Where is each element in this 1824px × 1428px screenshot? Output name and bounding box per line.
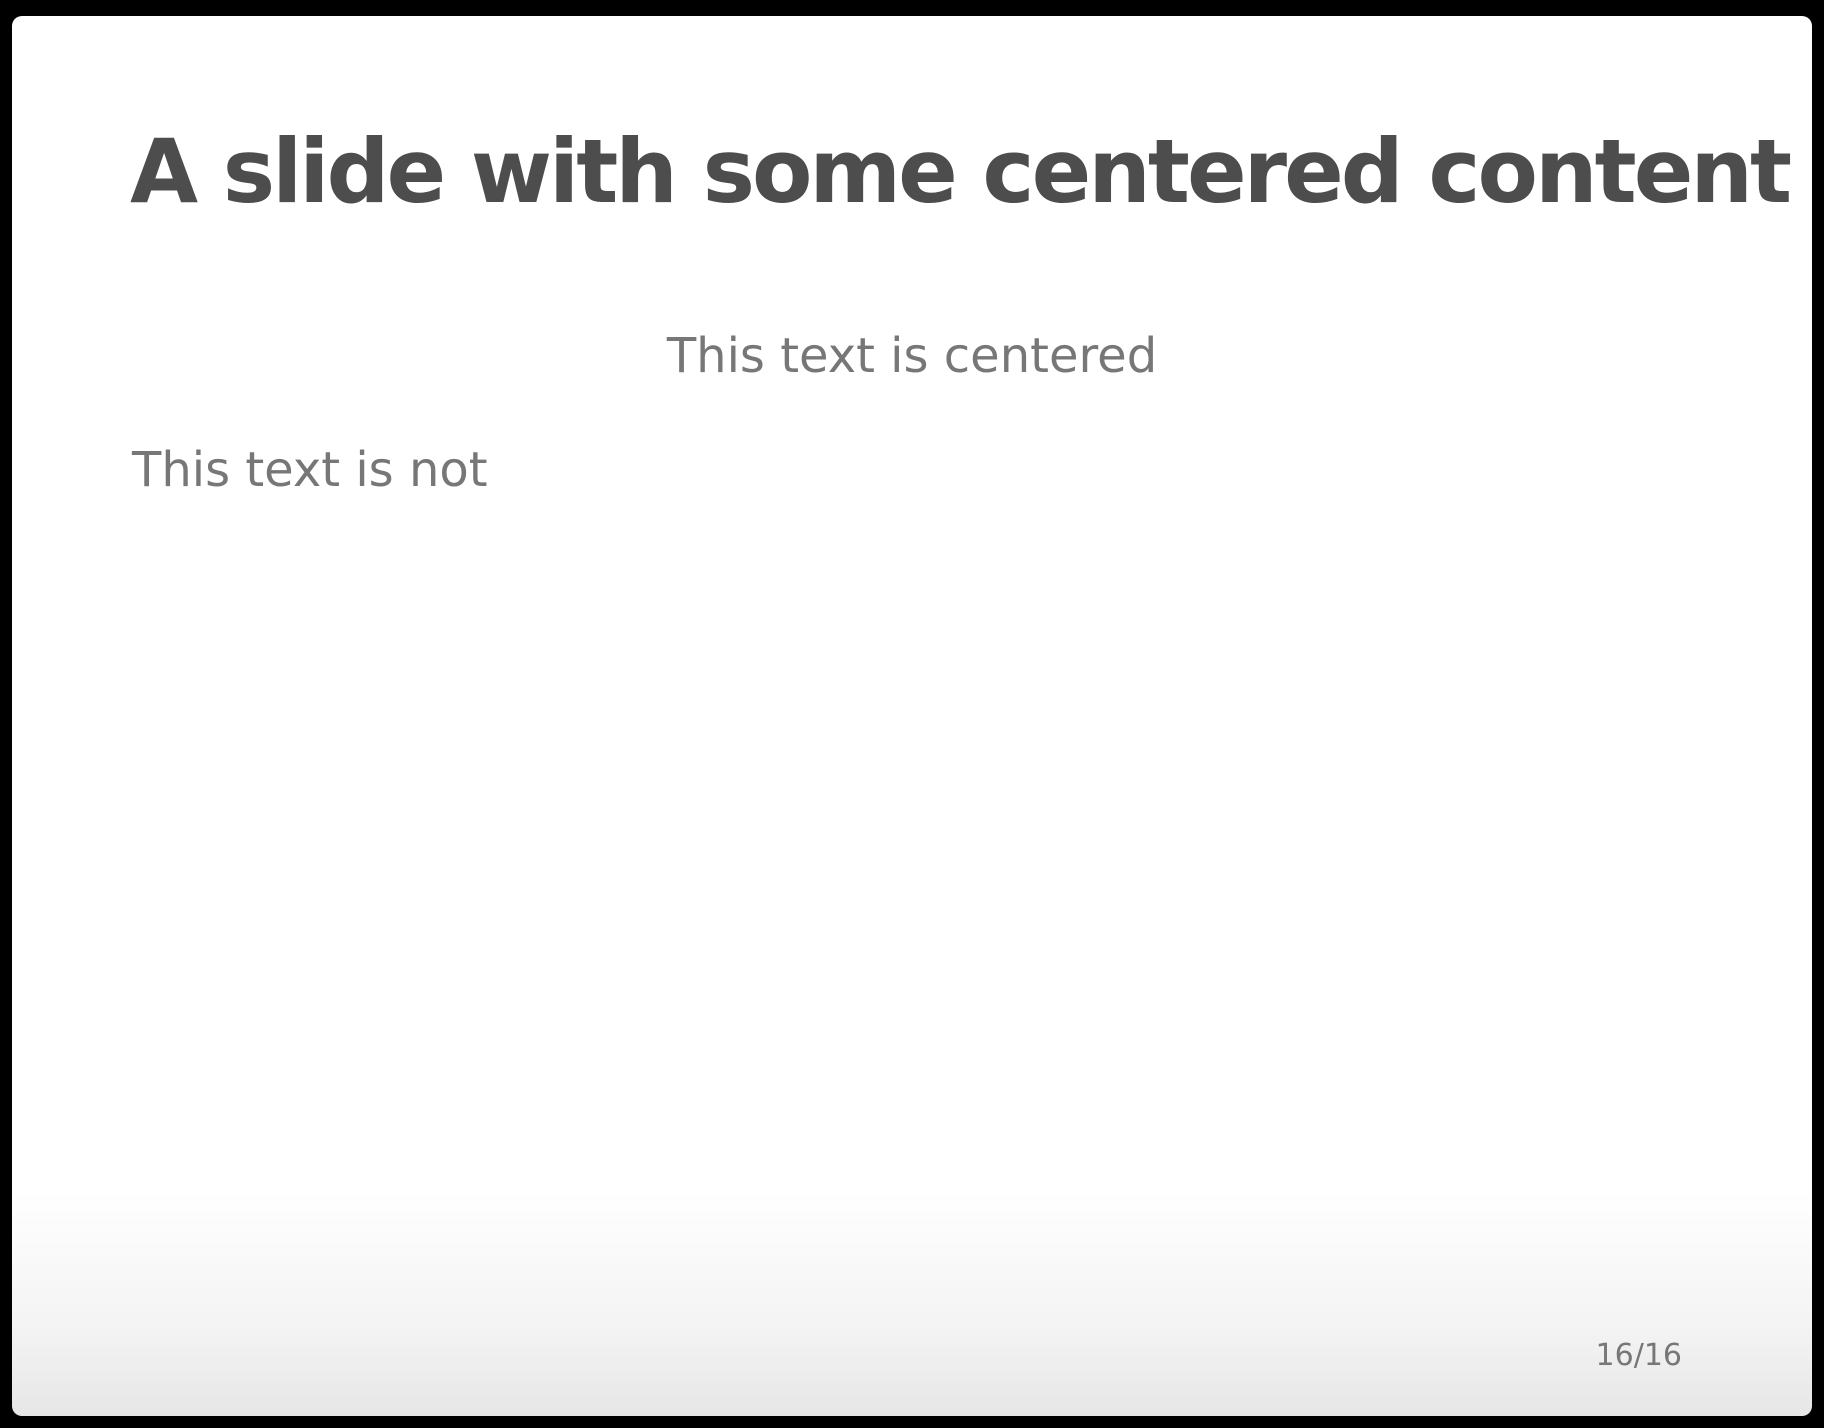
left-aligned-text: This text is not [132,442,488,498]
slide-page-number: 16/16 [1595,1338,1682,1373]
slide-title: A slide with some centered content [130,120,1792,223]
slide: A slide with some centered content This … [12,16,1812,1416]
centered-text: This text is centered [666,328,1158,384]
